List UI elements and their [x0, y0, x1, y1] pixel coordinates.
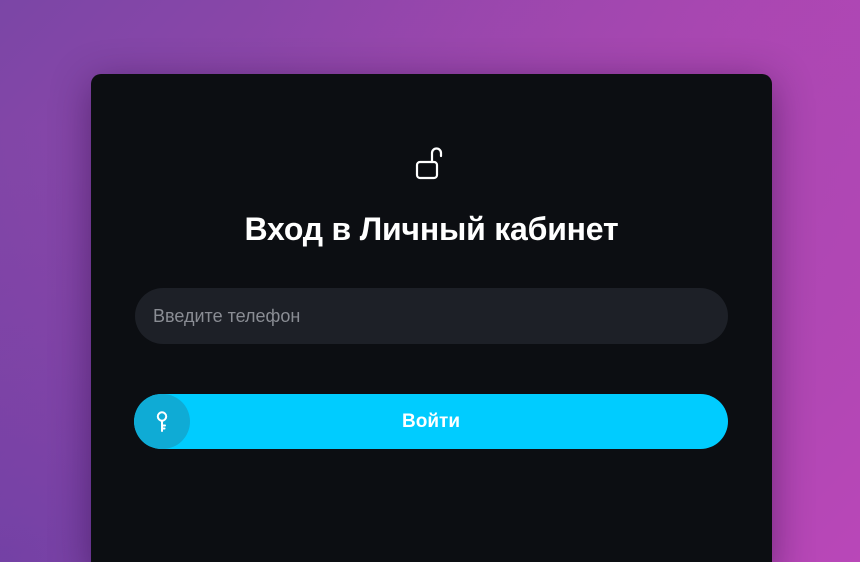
phone-input[interactable] — [135, 288, 728, 344]
login-card: Вход в Личный кабинет Войти — [91, 74, 772, 562]
unlocked-padlock-icon — [414, 144, 448, 182]
page-title: Вход в Личный кабинет — [244, 211, 619, 247]
login-button[interactable]: Войти — [134, 394, 728, 449]
login-button-label: Войти — [402, 411, 460, 432]
